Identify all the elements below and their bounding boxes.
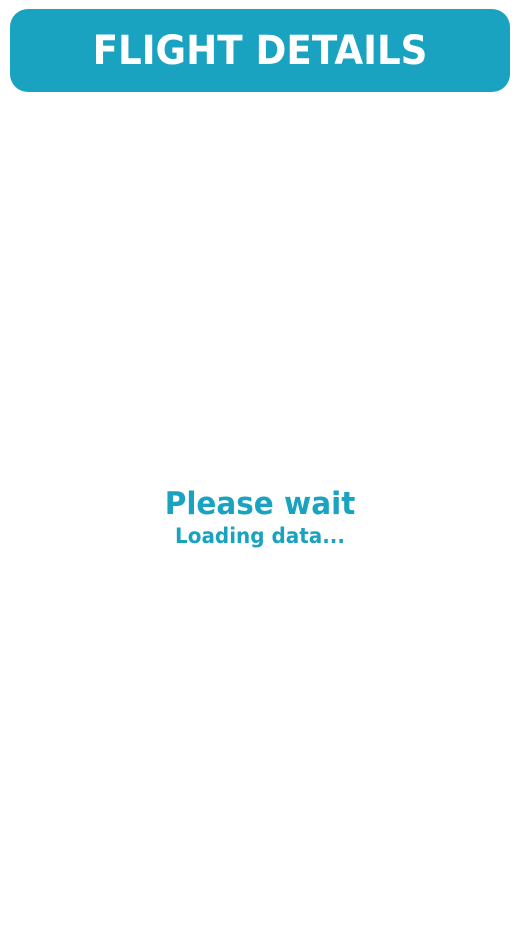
page-header: FLIGHT DETAILS xyxy=(10,9,510,92)
loading-subtitle: Loading data... xyxy=(175,524,345,548)
page-title: FLIGHT DETAILS xyxy=(92,27,428,74)
loading-title: Please wait xyxy=(164,486,356,522)
loading-indicator: Please wait Loading data... xyxy=(0,485,520,549)
